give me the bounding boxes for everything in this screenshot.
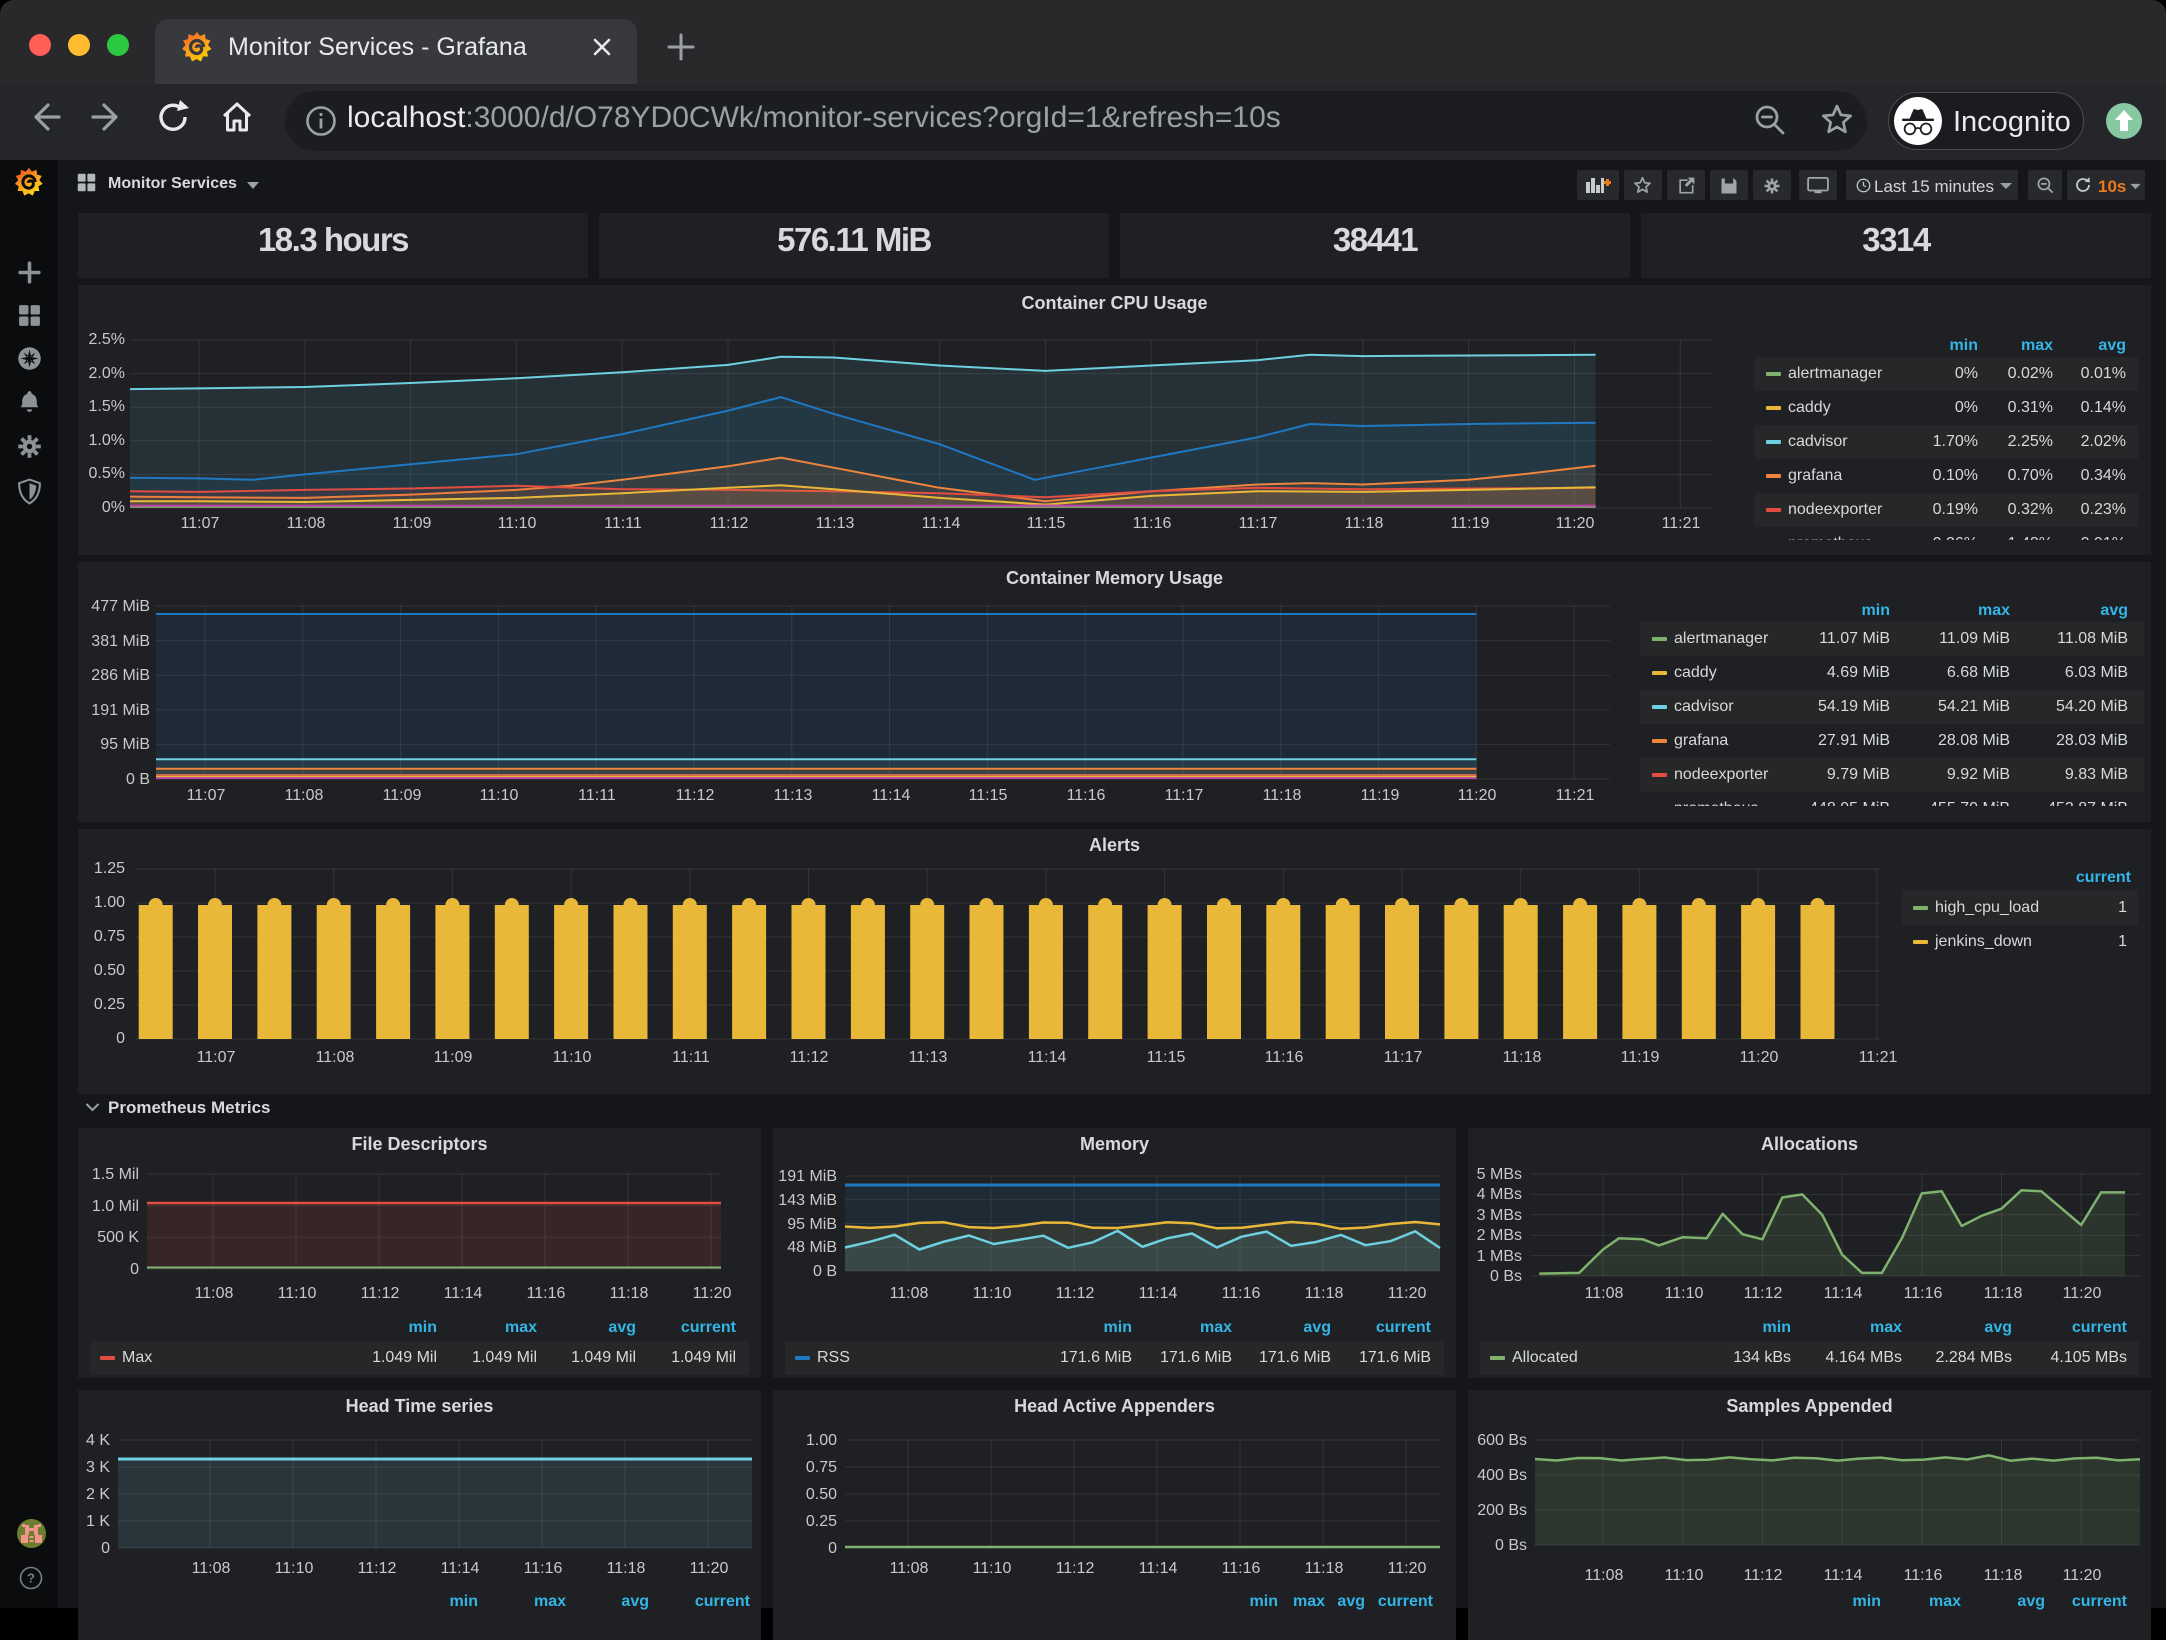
svg-text:?: ? xyxy=(27,1571,35,1586)
